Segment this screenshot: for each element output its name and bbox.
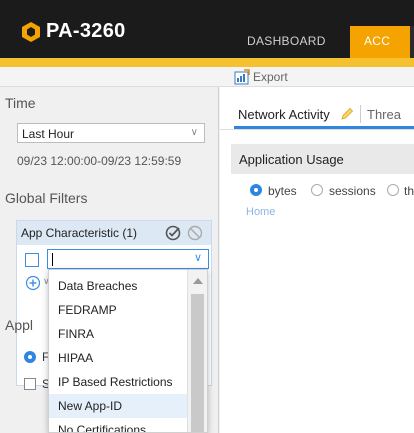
filter-row-checkbox[interactable] xyxy=(25,253,39,267)
widget-title: Application Usage xyxy=(239,152,344,167)
export-icon[interactable] xyxy=(234,69,250,85)
home-breadcrumb-link[interactable]: Home xyxy=(246,206,275,218)
tab-next-partial[interactable] xyxy=(410,26,414,58)
dropdown-option[interactable]: IP Based Restrictions xyxy=(49,370,189,394)
product-name: PA-3260 xyxy=(46,20,126,42)
scroll-up-icon[interactable] xyxy=(193,278,203,284)
tab-dashboard[interactable]: DASHBOARD xyxy=(247,34,326,48)
accent-strip xyxy=(0,58,414,67)
threats-label: th xyxy=(404,184,414,198)
sessions-radio[interactable] xyxy=(311,184,323,196)
bytes-radio[interactable] xyxy=(250,184,262,196)
chevron-down-icon[interactable]: ∨ xyxy=(194,251,202,264)
export-button[interactable]: Export xyxy=(253,70,288,84)
application-section-title: Appl xyxy=(5,317,34,333)
dropdown-option[interactable]: FINRA xyxy=(49,322,189,346)
filter-value-combobox[interactable]: ∨ xyxy=(47,249,209,269)
tab-divider xyxy=(360,105,361,123)
apply-check-icon[interactable] xyxy=(165,225,181,241)
dropdown-option[interactable]: No Certifications xyxy=(49,418,189,432)
action-bar: Export xyxy=(0,67,414,87)
time-section-title: Time xyxy=(5,95,36,111)
bytes-label: bytes xyxy=(268,184,297,198)
characteristic-dropdown-list: Data Breaches FEDRAMP FINRA HIPAA IP Bas… xyxy=(48,269,208,433)
dropdown-scrollbar[interactable] xyxy=(187,270,207,432)
dropdown-option[interactable]: HIPAA xyxy=(49,346,189,370)
application-radio[interactable] xyxy=(24,351,36,363)
top-bar: PA-3260 DASHBOARD ACC xyxy=(0,0,414,58)
tab-acc[interactable]: ACC xyxy=(350,26,410,58)
filter-title: App Characteristic (1) xyxy=(21,226,138,240)
filter-header: App Characteristic (1) xyxy=(17,221,211,245)
sessions-label: sessions xyxy=(329,184,376,198)
main-panel: Network Activity Threa Application Usage… xyxy=(220,87,414,433)
tab-network-activity[interactable]: Network Activity xyxy=(238,107,330,122)
dropdown-option-highlighted[interactable]: New App-ID xyxy=(49,394,189,418)
text-caret xyxy=(52,253,53,266)
time-select[interactable]: Last Hour ∨ xyxy=(17,123,205,143)
pencil-icon[interactable] xyxy=(340,107,354,121)
application-checkbox[interactable] xyxy=(24,378,36,390)
dropdown-option[interactable]: Data Breaches xyxy=(49,274,189,298)
threats-radio[interactable] xyxy=(387,184,399,196)
paloalto-logo-icon xyxy=(22,22,40,42)
cancel-icon[interactable] xyxy=(187,225,203,241)
dropdown-option[interactable]: FEDRAMP xyxy=(49,298,189,322)
tab-rule xyxy=(220,129,414,130)
chevron-down-icon: ∨ xyxy=(190,127,198,138)
tab-threat-activity[interactable]: Threa xyxy=(367,107,401,122)
scroll-thumb[interactable] xyxy=(191,294,204,432)
time-range-text: 09/23 12:00:00-09/23 12:59:59 xyxy=(17,154,182,168)
time-select-value: Last Hour xyxy=(22,127,75,141)
add-filter-icon[interactable] xyxy=(25,275,41,291)
widget-header: Application Usage xyxy=(231,144,414,174)
global-filters-title: Global Filters xyxy=(5,190,88,206)
